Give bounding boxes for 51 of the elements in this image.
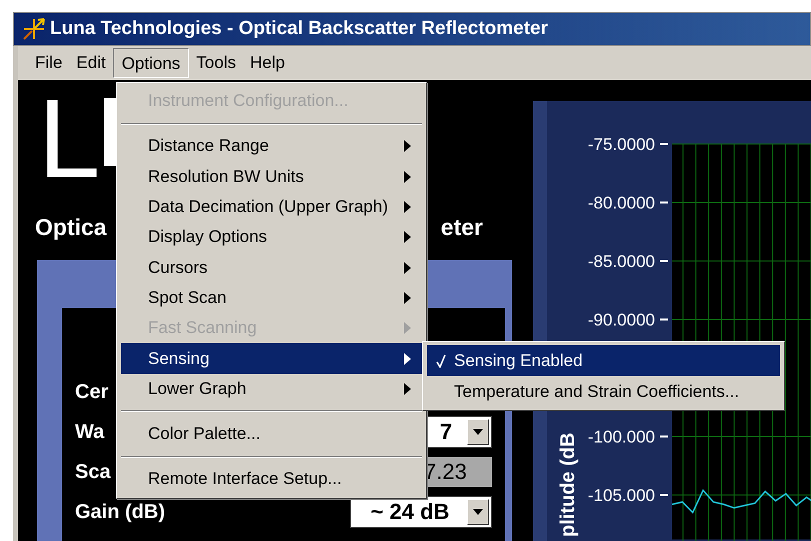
y-tick-label: -100.000	[588, 428, 655, 446]
menu-bar-item[interactable]: Options	[112, 48, 190, 78]
app-heading: eter	[440, 214, 483, 241]
logo: L	[38, 98, 100, 180]
menu-bar-item[interactable]: Tools	[189, 48, 243, 78]
y-tick-label: -90.0000	[588, 310, 655, 330]
menu-item[interactable]: Sensing Enabled	[427, 345, 780, 376]
setting-label: Cer	[75, 380, 108, 404]
y-tick-label: -75.0000	[588, 135, 655, 154]
y-axis-label: plitude (dB	[557, 432, 579, 537]
tick-mark	[660, 494, 668, 496]
menu-item[interactable]: Spot Scan	[121, 282, 422, 314]
y-tick-label: -80.0000	[588, 194, 655, 212]
y-tick-label: -85.0000	[588, 252, 655, 271]
tick-mark	[660, 436, 668, 438]
menu-item[interactable]: Lower Graph	[121, 374, 422, 404]
submenu-arrow-icon	[404, 322, 411, 334]
caret-icon	[473, 429, 483, 435]
tick-mark	[660, 143, 668, 145]
submenu-arrow-icon	[404, 352, 411, 365]
app-heading: Optica	[35, 214, 107, 241]
tick-mark	[660, 260, 668, 262]
menu-item[interactable]: Cursors	[121, 252, 422, 283]
window-title: Luna Technologies - Optical Backscatter Reflectometer	[50, 18, 548, 40]
menu-bar-item[interactable]: Help	[242, 48, 292, 78]
dropdown[interactable]: ~ 24 dB	[350, 496, 492, 528]
submenu-arrow-icon	[404, 170, 411, 183]
menu-bar-item[interactable]: Edit	[69, 48, 113, 78]
setting-label: Wa	[75, 420, 104, 444]
tick-mark	[660, 318, 668, 320]
menu-item[interactable]: Data Decimation (Upper Graph)	[121, 192, 422, 222]
menu-item[interactable]: Sensing	[121, 343, 422, 374]
submenu-arrow-icon	[404, 201, 411, 214]
setting-label: Sca	[75, 460, 111, 484]
menu-item[interactable]: Color Palette...	[121, 418, 422, 450]
submenu-arrow-icon	[404, 231, 411, 244]
submenu-arrow-icon	[404, 140, 411, 152]
submenu-arrow-icon	[404, 382, 411, 395]
menu-bar-item[interactable]: File	[28, 48, 70, 78]
menu-item[interactable]: Remote Interface Setup...	[121, 464, 422, 495]
tick-mark	[660, 202, 668, 204]
menu-item[interactable]: Distance Range	[121, 131, 422, 162]
menu-item[interactable]: Resolution BW Units	[121, 162, 422, 192]
caret-icon	[473, 509, 483, 515]
menu-item[interactable]: Temperature and Strain Coefficients...	[427, 376, 780, 407]
setting-label: Gain (dB)	[75, 500, 165, 524]
y-tick-label: -105.000	[588, 486, 655, 505]
submenu-arrow-icon	[404, 262, 411, 274]
app-icon	[22, 17, 46, 41]
menu-item[interactable]: Display Options	[121, 222, 422, 252]
submenu-arrow-icon	[404, 292, 411, 304]
